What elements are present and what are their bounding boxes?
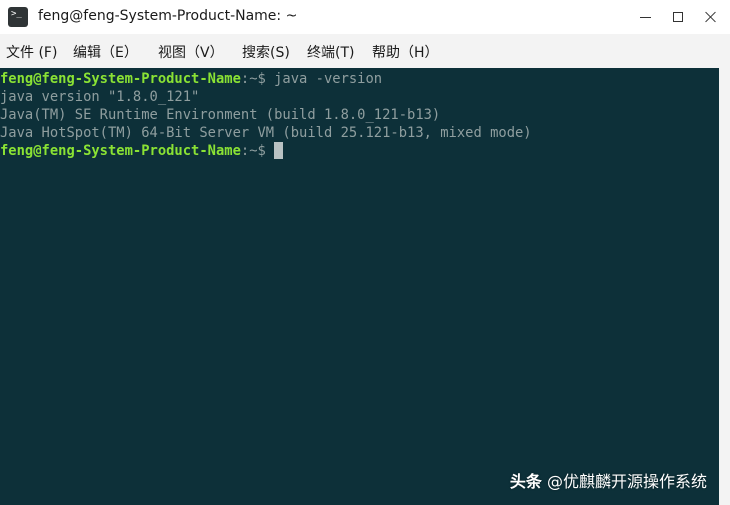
terminal-window: >_ feng@feng-System-Product-Name: ~ 文件 (… bbox=[0, 0, 730, 505]
prompt-suffix: :~$ bbox=[240, 143, 266, 159]
watermark-brand: 头条 bbox=[509, 472, 542, 491]
menu-bar: 文件 (F) 编辑（E） 视图（V） 搜索(S) 终端(T) 帮助（H） bbox=[0, 34, 730, 68]
output-line: java version "1.8.0_121" bbox=[0, 89, 200, 105]
watermark: 头条 @优麒麟开源操作系统 bbox=[510, 473, 707, 491]
command-text: java -version bbox=[265, 71, 383, 87]
menu-view[interactable]: 视图（V） bbox=[158, 42, 224, 62]
maximize-icon bbox=[673, 12, 683, 22]
menu-edit[interactable]: 编辑（E） bbox=[73, 42, 138, 62]
output-line: Java(TM) SE Runtime Environment (build 1… bbox=[0, 107, 441, 123]
minimize-button[interactable] bbox=[630, 2, 660, 32]
menu-file[interactable]: 文件 (F) bbox=[6, 42, 57, 62]
terminal-icon: >_ bbox=[8, 7, 28, 27]
minimize-icon bbox=[639, 16, 651, 18]
prompt-line: feng@feng-System-Product-Name:~$ bbox=[0, 142, 719, 160]
terminal-area[interactable]: feng@feng-System-Product-Name:~$ java -v… bbox=[0, 68, 719, 505]
text-cursor bbox=[274, 142, 284, 159]
watermark-account: @优麒麟开源操作系统 bbox=[541, 472, 707, 491]
output-line: Java HotSpot(TM) 64-Bit Server VM (build… bbox=[0, 125, 532, 141]
menu-terminal[interactable]: 终端(T) bbox=[307, 42, 354, 62]
prompt-user-host: feng@feng-System-Product-Name bbox=[0, 71, 241, 87]
maximize-button[interactable] bbox=[663, 2, 693, 32]
prompt-user-host: feng@feng-System-Product-Name bbox=[0, 143, 241, 159]
window-title: feng@feng-System-Product-Name: ~ bbox=[38, 8, 298, 24]
menu-help[interactable]: 帮助（H） bbox=[372, 42, 439, 62]
title-bar[interactable]: >_ feng@feng-System-Product-Name: ~ bbox=[0, 0, 730, 34]
prompt-line: feng@feng-System-Product-Name:~$ java -v… bbox=[0, 70, 719, 88]
scrollbar[interactable] bbox=[719, 68, 730, 505]
prompt-suffix: :~$ bbox=[240, 71, 266, 87]
menu-search[interactable]: 搜索(S) bbox=[242, 42, 290, 62]
close-button[interactable] bbox=[696, 2, 726, 32]
close-icon bbox=[705, 11, 717, 23]
